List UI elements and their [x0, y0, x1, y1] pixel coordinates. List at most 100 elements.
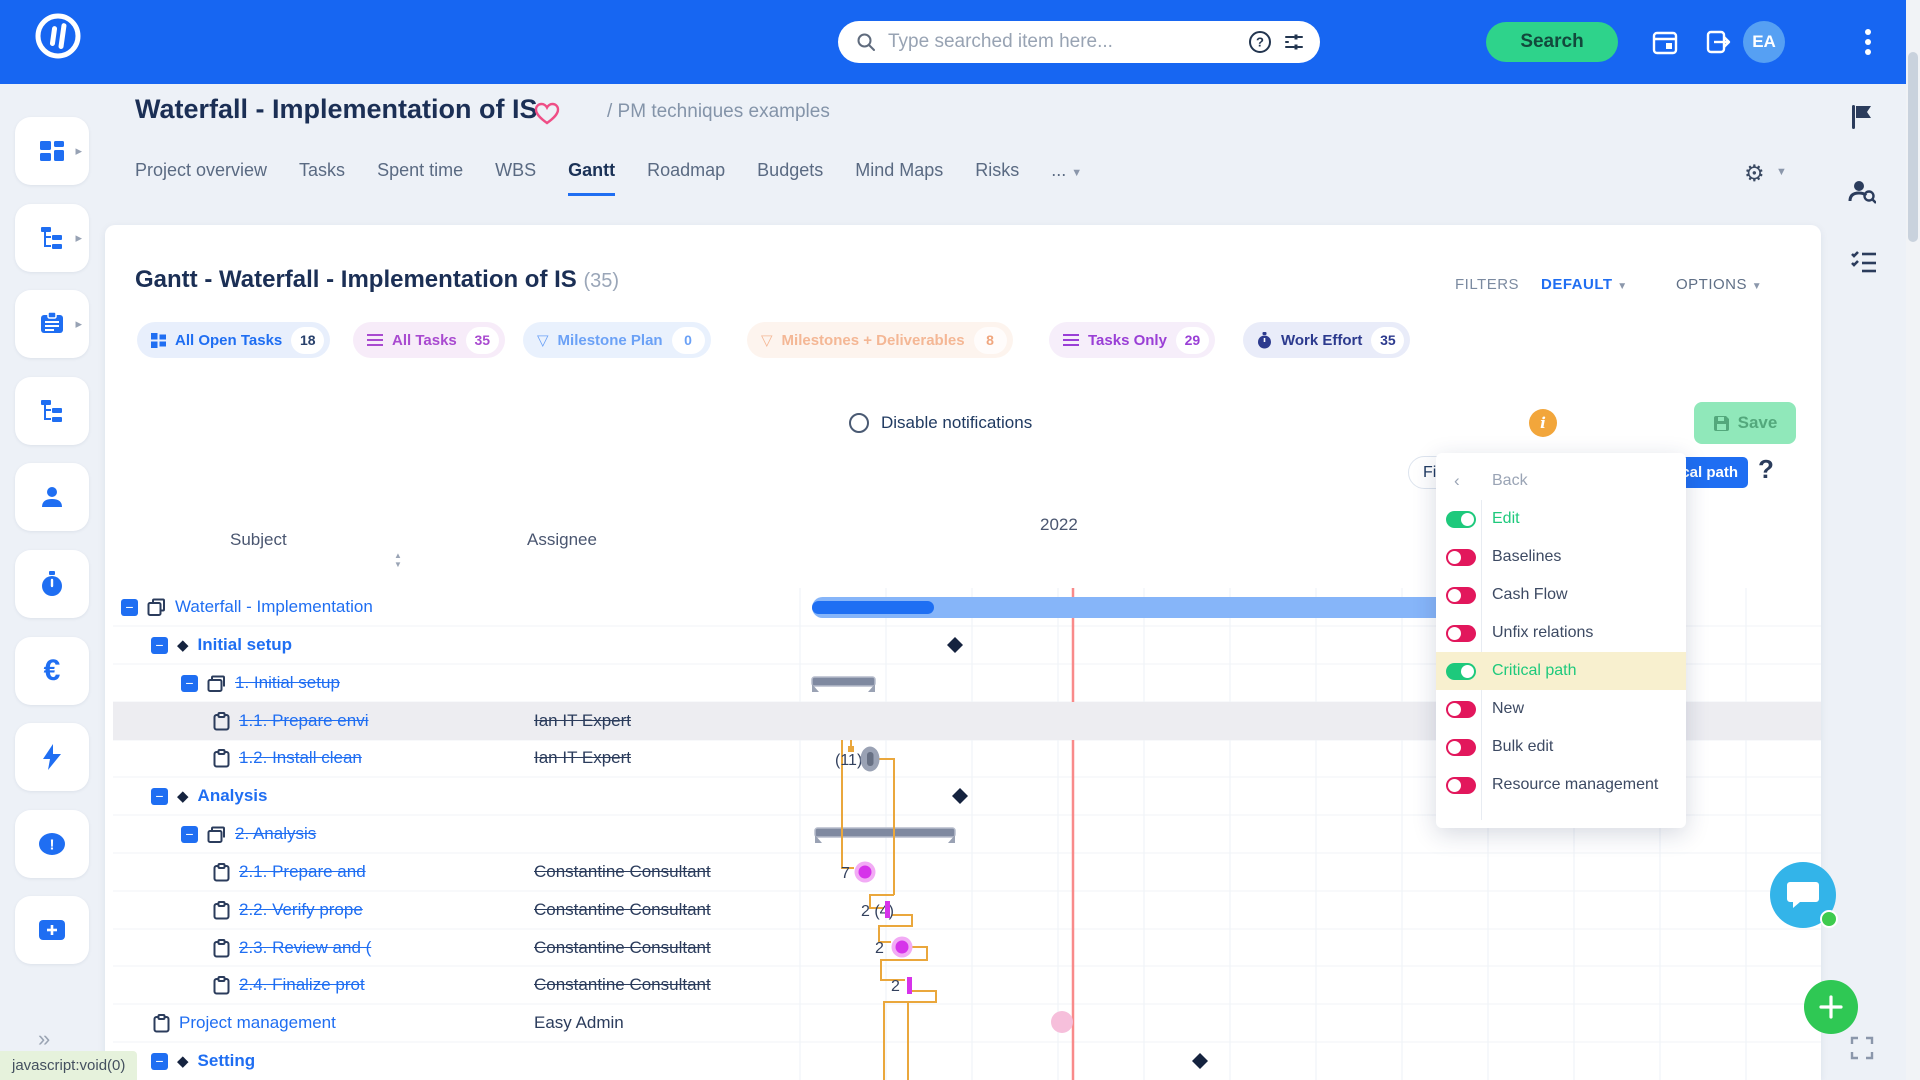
tab-budgets[interactable]: Budgets: [757, 160, 823, 196]
menu-item-critical-path[interactable]: Critical path: [1436, 652, 1686, 690]
sort-icon[interactable]: ▲▼: [394, 552, 402, 570]
more-menu-icon[interactable]: [1862, 26, 1874, 58]
assignee-name[interactable]: Ian IT Expert: [534, 748, 631, 768]
user-search-icon[interactable]: [1848, 178, 1876, 204]
task-subject-link[interactable]: 2.1. Prepare and: [239, 862, 366, 882]
collapse-toggle[interactable]: −: [181, 675, 198, 692]
chat-button[interactable]: [1770, 862, 1836, 928]
disable-notifications-radio[interactable]: [849, 413, 869, 433]
collapse-toggle[interactable]: −: [151, 637, 168, 654]
chip-milestone-plan[interactable]: ▽ Milestone Plan0: [523, 322, 711, 358]
toggle-switch[interactable]: [1446, 587, 1476, 604]
table-row[interactable]: 2.1. Prepare and Constantine Consultant: [113, 853, 1821, 891]
calendar-icon[interactable]: [1650, 27, 1680, 57]
toggle-switch[interactable]: [1446, 777, 1476, 794]
help-circle-icon[interactable]: ?: [1248, 30, 1272, 54]
task-subject-link[interactable]: 1.1. Prepare envi: [239, 711, 368, 731]
menu-item-baselines[interactable]: Baselines: [1436, 538, 1686, 576]
options-dropdown[interactable]: OPTIONS ▼: [1676, 276, 1762, 293]
toggle-switch[interactable]: [1446, 701, 1476, 718]
column-header-subject[interactable]: Subject: [230, 530, 287, 550]
flag-icon[interactable]: [1850, 104, 1874, 130]
project-settings-gear-icon[interactable]: ⚙: [1744, 160, 1765, 187]
task-subject-link[interactable]: 2.3. Review and (: [239, 938, 371, 958]
search-settings-icon[interactable]: [1282, 30, 1306, 54]
table-row[interactable]: Project management Easy Admin: [113, 1004, 1821, 1042]
task-subject-link[interactable]: 1. Initial setup: [235, 673, 340, 693]
milestone-subject-link[interactable]: Setting: [198, 1051, 256, 1071]
chip-all-tasks[interactable]: All Tasks35: [353, 322, 505, 358]
menu-item-cash-flow[interactable]: Cash Flow: [1436, 576, 1686, 614]
task-subject-link[interactable]: 2.4. Finalize prot: [239, 975, 365, 995]
logout-icon[interactable]: [1704, 27, 1734, 57]
tab-roadmap[interactable]: Roadmap: [647, 160, 725, 196]
assignee-name[interactable]: Ian IT Expert: [534, 711, 631, 731]
task-subject-link[interactable]: Project management: [179, 1013, 336, 1033]
tab-mind-maps[interactable]: Mind Maps: [855, 160, 943, 196]
page-scrollbar-thumb[interactable]: [1908, 52, 1918, 242]
toggle-switch[interactable]: [1446, 549, 1476, 566]
sidebar-item-budgets[interactable]: €: [15, 637, 89, 705]
save-button[interactable]: Save: [1694, 402, 1796, 444]
assignee-name[interactable]: Constantine Consultant: [534, 938, 711, 958]
toggle-switch[interactable]: [1446, 511, 1476, 528]
gantt-help-icon[interactable]: ?: [1758, 454, 1774, 485]
info-badge[interactable]: i: [1529, 409, 1557, 437]
sidebar-item-users[interactable]: [15, 463, 89, 531]
table-row[interactable]: 2.2. Verify prope Constantine Consultant: [113, 891, 1821, 929]
tab-tasks[interactable]: Tasks: [299, 160, 345, 196]
search-button[interactable]: Search: [1486, 22, 1618, 62]
milestone-subject-link[interactable]: Initial setup: [198, 635, 292, 655]
tab-project-overview[interactable]: Project overview: [135, 160, 267, 196]
toggle-switch[interactable]: [1446, 625, 1476, 642]
favorite-heart-icon[interactable]: [534, 102, 560, 126]
sidebar-item-alerts[interactable]: !: [15, 810, 89, 878]
column-header-assignee[interactable]: Assignee: [527, 530, 597, 550]
add-button[interactable]: [1804, 980, 1858, 1034]
task-subject-link[interactable]: 1.2. Install clean: [239, 748, 362, 768]
menu-item-bulk-edit[interactable]: Bulk edit: [1436, 728, 1686, 766]
collapse-sidebar-icon[interactable]: »: [38, 1026, 50, 1052]
assignee-name[interactable]: Constantine Consultant: [534, 975, 711, 995]
chip-tasks-only[interactable]: Tasks Only29: [1049, 322, 1215, 358]
sidebar-item-time[interactable]: [15, 550, 89, 618]
tab-spent-time[interactable]: Spent time: [377, 160, 463, 196]
collapse-toggle[interactable]: −: [151, 1053, 168, 1070]
milestone-subject-link[interactable]: Analysis: [198, 786, 268, 806]
menu-item-edit[interactable]: Edit: [1436, 500, 1686, 538]
project-settings-caret-icon[interactable]: ▼: [1776, 166, 1787, 178]
table-row[interactable]: 2.4. Finalize prot Constantine Consultan…: [113, 966, 1821, 1004]
search-input[interactable]: [886, 30, 1238, 54]
task-subject-link[interactable]: Waterfall - Implementation: [175, 597, 373, 617]
filters-default-dropdown[interactable]: DEFAULT ▼: [1541, 276, 1628, 293]
tab-wbs[interactable]: WBS: [495, 160, 536, 196]
sidebar-item-dashboard[interactable]: ▸: [15, 117, 89, 185]
menu-item-resource-management[interactable]: Resource management: [1436, 766, 1686, 804]
task-list-icon[interactable]: [1850, 250, 1876, 274]
task-subject-link[interactable]: 2.2. Verify prope: [239, 900, 363, 920]
toggle-switch[interactable]: [1446, 739, 1476, 756]
page-scrollbar-track[interactable]: [1906, 0, 1920, 1080]
sidebar-item-actions[interactable]: [15, 723, 89, 791]
assignee-name[interactable]: Constantine Consultant: [534, 900, 711, 920]
avatar[interactable]: EA: [1743, 21, 1785, 63]
tab-risks[interactable]: Risks: [975, 160, 1019, 196]
task-subject-link[interactable]: 2. Analysis: [235, 824, 316, 844]
collapse-toggle[interactable]: −: [181, 826, 198, 843]
collapse-toggle[interactable]: −: [121, 599, 138, 616]
fullscreen-icon[interactable]: [1850, 1036, 1874, 1060]
sidebar-item-wbs[interactable]: [15, 377, 89, 445]
assignee-name[interactable]: Constantine Consultant: [534, 862, 711, 882]
chip-milestones-deliverables[interactable]: ▽ Milestones + Deliverables8: [747, 322, 1013, 358]
app-logo[interactable]: [32, 10, 84, 62]
table-row[interactable]: − ◆ Setting: [113, 1042, 1821, 1080]
sidebar-item-tasks[interactable]: ▸: [15, 290, 89, 358]
sidebar-item-add[interactable]: [15, 896, 89, 964]
assignee-name[interactable]: Easy Admin: [534, 1013, 624, 1033]
chip-all-open-tasks[interactable]: All Open Tasks18: [137, 322, 330, 358]
sidebar-item-projects-tree[interactable]: ▸: [15, 204, 89, 272]
menu-item-back[interactable]: ‹ Back: [1436, 462, 1686, 500]
table-row[interactable]: 2.3. Review and ( Constantine Consultant: [113, 929, 1821, 967]
tab-more[interactable]: ... ▼: [1051, 160, 1082, 196]
toggle-switch[interactable]: [1446, 663, 1476, 680]
